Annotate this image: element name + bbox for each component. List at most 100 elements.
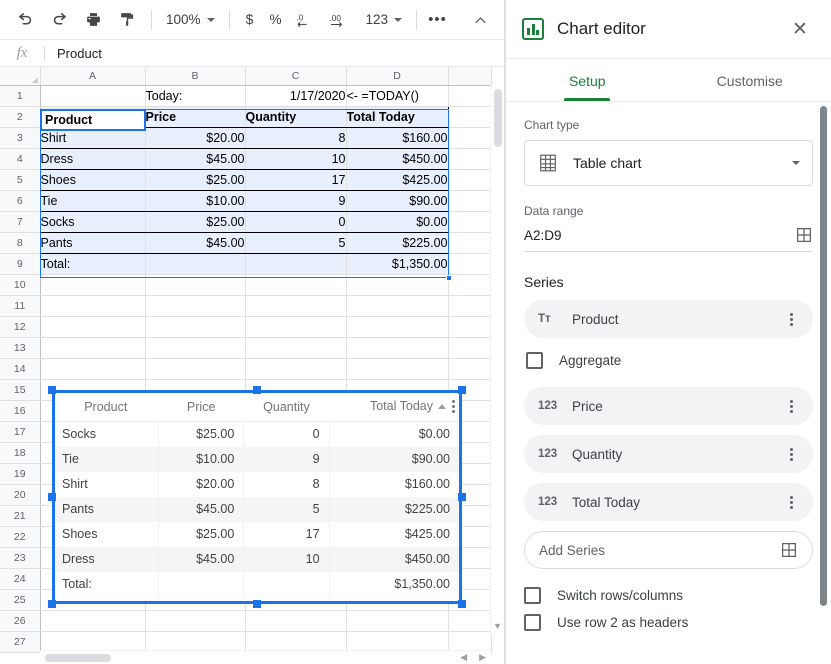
cell-e14[interactable]	[448, 358, 492, 380]
cell-b13[interactable]	[145, 337, 246, 359]
row-header-8[interactable]: 8	[0, 232, 41, 254]
cell-c26[interactable]	[245, 610, 347, 632]
cell-a13[interactable]	[40, 337, 146, 359]
row-header-21[interactable]: 21	[0, 505, 41, 527]
cell-c13[interactable]	[245, 337, 347, 359]
cell-d6[interactable]: $90.00	[345, 190, 449, 212]
cell-a2[interactable]: Product	[39, 105, 146, 128]
cell-d1[interactable]: <- =TODAY()	[346, 85, 449, 107]
column-header-b[interactable]: B	[145, 67, 246, 86]
series-chip-product[interactable]: Tт Product	[524, 300, 813, 338]
cell-b12[interactable]	[145, 316, 246, 338]
row-header-24[interactable]: 24	[0, 568, 41, 590]
number-format-selector[interactable]: 123	[359, 7, 410, 33]
cell-d27[interactable]	[346, 631, 449, 653]
cell-e2[interactable]	[448, 106, 492, 128]
row-header-17[interactable]: 17	[0, 421, 41, 443]
cell-a11[interactable]	[40, 295, 146, 317]
row-header-7[interactable]: 7	[0, 211, 41, 233]
switch-rows-columns-checkbox[interactable]	[524, 587, 541, 604]
cell-c5[interactable]: 17	[244, 169, 347, 191]
cell-a14[interactable]	[40, 358, 146, 380]
row-header-15[interactable]: 15	[0, 379, 41, 401]
select-data-range-icon[interactable]	[795, 226, 813, 244]
print-icon[interactable]	[79, 6, 107, 34]
cell-b27[interactable]	[145, 631, 246, 653]
series-more-icon-quantity[interactable]	[777, 440, 805, 468]
series-chip-quantity[interactable]: 123 Quantity	[524, 435, 813, 473]
formula-input[interactable]	[45, 40, 504, 66]
data-range-field[interactable]: A2:D9	[524, 226, 813, 252]
cell-d14[interactable]	[346, 358, 449, 380]
series-chip-total-today[interactable]: 123 Total Today	[524, 483, 813, 521]
cell-a26[interactable]	[40, 610, 146, 632]
zoom-selector[interactable]: 100%	[159, 7, 222, 33]
cell-c14[interactable]	[245, 358, 347, 380]
row-header-19[interactable]: 19	[0, 463, 41, 485]
chart-table-row[interactable]: Shoes $25.00 17 $425.00	[53, 521, 459, 547]
cell-b4[interactable]: $45.00	[144, 148, 246, 170]
cell-a4[interactable]: Dress	[39, 148, 146, 170]
column-header-d[interactable]: D	[346, 67, 449, 86]
row-header-20[interactable]: 20	[0, 484, 41, 506]
more-options-button[interactable]: •••	[424, 6, 451, 34]
scroll-right-icon[interactable]: ▶	[479, 652, 486, 663]
row-header-1[interactable]: 1	[0, 85, 41, 107]
cell-d26[interactable]	[346, 610, 449, 632]
cell-c8[interactable]: 5	[244, 232, 347, 254]
scroll-down-icon[interactable]: ▼	[491, 618, 504, 634]
cell-b26[interactable]	[145, 610, 246, 632]
chart-table-row[interactable]: Socks $25.00 0 $0.00	[53, 421, 459, 447]
column-header-a[interactable]: A	[40, 67, 146, 86]
cell-a27[interactable]	[40, 631, 146, 653]
row-header-4[interactable]: 4	[0, 148, 41, 170]
increase-decimal-button[interactable]: .00	[326, 6, 354, 34]
cell-a7[interactable]: Socks	[39, 211, 146, 233]
cell-d12[interactable]	[346, 316, 449, 338]
cell-a9[interactable]: Total:	[40, 253, 146, 275]
cell-c4[interactable]: 10	[244, 148, 347, 170]
cell-d5[interactable]: $425.00	[345, 169, 449, 191]
redo-icon[interactable]	[45, 6, 73, 34]
cell-e10[interactable]	[448, 274, 492, 296]
cell-a3[interactable]: Shirt	[39, 127, 146, 149]
series-more-icon-product[interactable]	[777, 305, 805, 333]
percent-format-button[interactable]: %	[263, 6, 289, 34]
series-chip-price[interactable]: 123 Price	[524, 387, 813, 425]
cell-b2[interactable]: Price	[144, 105, 246, 128]
cell-b9[interactable]	[145, 253, 246, 275]
cell-e13[interactable]	[448, 337, 492, 359]
cell-c10[interactable]	[245, 274, 347, 296]
cell-b3[interactable]: $20.00	[144, 127, 246, 149]
row-header-6[interactable]: 6	[0, 190, 41, 212]
cell-e5[interactable]	[448, 169, 492, 191]
row-header-3[interactable]: 3	[0, 127, 41, 149]
sort-ascending-icon[interactable]	[438, 404, 446, 409]
cell-e3[interactable]	[448, 127, 492, 149]
switch-rows-columns-row[interactable]: Switch rows/columns	[524, 587, 813, 604]
series-more-icon-price[interactable]	[777, 392, 805, 420]
cell-e6[interactable]	[448, 190, 492, 212]
sheet-horizontal-scroll-thumb[interactable]	[45, 654, 111, 662]
cell-e4[interactable]	[448, 148, 492, 170]
aggregate-checkbox[interactable]	[526, 352, 543, 369]
chart-table-row[interactable]: Pants $45.00 5 $225.00	[53, 496, 459, 522]
chart-col-total-today[interactable]: Total Today	[329, 393, 459, 422]
series-more-icon-total[interactable]	[777, 488, 805, 516]
aggregate-checkbox-row[interactable]: Aggregate	[526, 352, 813, 369]
cell-d2[interactable]: Total Today	[345, 105, 449, 128]
cell-e9[interactable]	[448, 253, 492, 275]
cell-d10[interactable]	[346, 274, 449, 296]
sheet-vertical-scroll-thumb[interactable]	[494, 89, 502, 147]
cell-c12[interactable]	[245, 316, 347, 338]
use-row-headers-checkbox[interactable]	[524, 614, 541, 631]
sheet-horizontal-scrollbar[interactable]: ◀ ▶	[40, 650, 490, 664]
cell-b6[interactable]: $10.00	[144, 190, 246, 212]
cell-e26[interactable]	[448, 610, 492, 632]
decrease-decimal-button[interactable]: .0	[292, 6, 320, 34]
cell-d3[interactable]: $160.00	[345, 127, 449, 149]
chart-table-row[interactable]: Tie $10.00 9 $90.00	[53, 446, 459, 472]
cell-b11[interactable]	[145, 295, 246, 317]
cell-d8[interactable]: $225.00	[345, 232, 449, 254]
row-header-26[interactable]: 26	[0, 610, 41, 632]
